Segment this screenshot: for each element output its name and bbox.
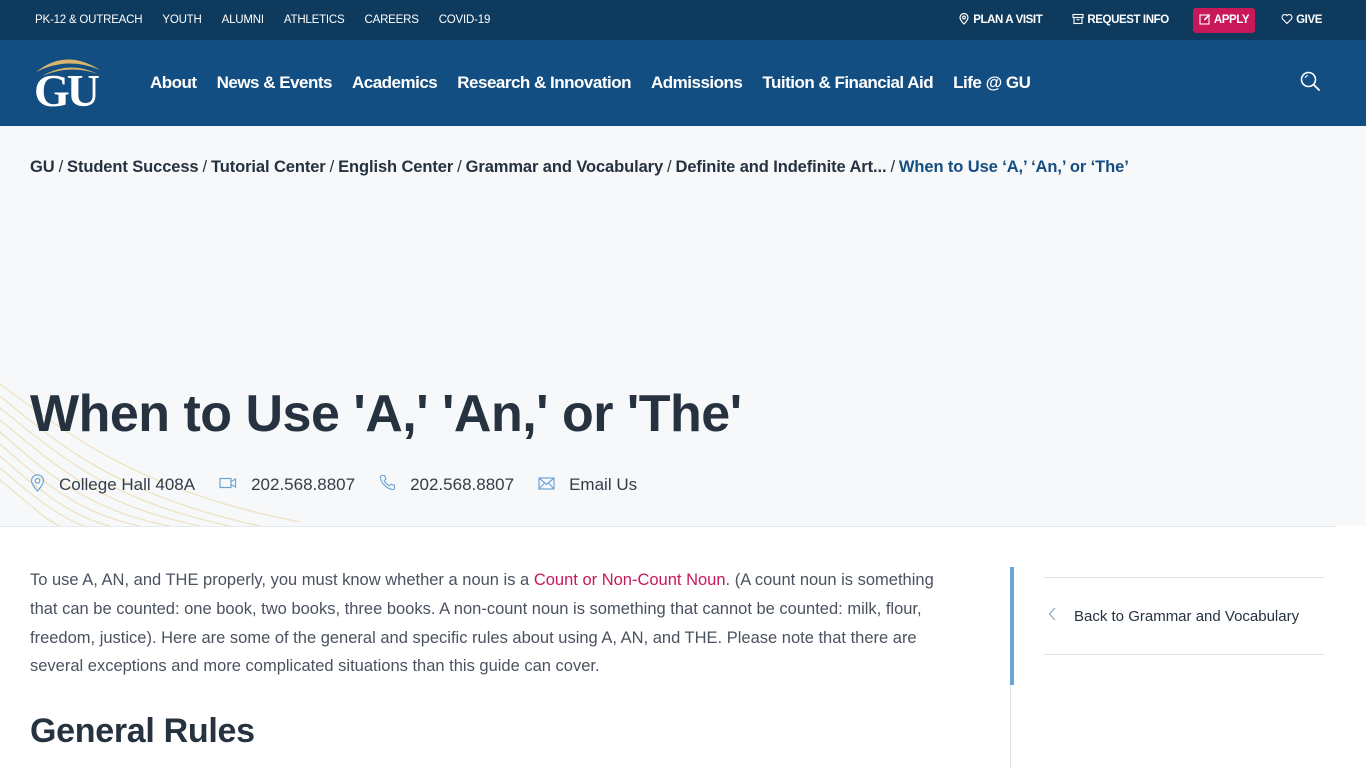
map-pin-icon [30,473,59,497]
hero-divider [0,526,1336,527]
heart-icon [1281,13,1293,28]
breadcrumb-link-english-center[interactable]: English Center [338,158,453,176]
plan-visit-link[interactable]: PLAN A VISIT [958,12,1043,28]
plan-visit-label: PLAN A VISIT [973,14,1043,26]
main-content: To use A, AN, and THE properly, you must… [30,566,940,681]
nav-item-about[interactable]: About [150,73,197,93]
intro-paragraph: To use A, AN, and THE properly, you must… [30,566,940,681]
contact-info: College Hall 408A 202.568.8807 202.568.8… [30,473,661,497]
section-heading-general-rules: General Rules [30,712,255,750]
intro-text-start: To use A, AN, and THE properly, you must… [30,571,534,589]
contact-phone-text: 202.568.8807 [410,475,515,494]
contact-video-phone[interactable]: 202.568.8807 [219,475,355,495]
search-icon [1299,70,1321,95]
phone-icon [379,474,410,496]
contact-email-text: Email Us [569,475,638,494]
map-pin-icon [958,12,970,28]
page-hero: GU / Student Success / Tutorial Center / Engli… [0,126,1366,526]
apply-label: APPLY [1213,14,1250,26]
breadcrumb-link-tutorial-center[interactable]: Tutorial Center [211,158,326,176]
request-info-label: REQUEST INFO [1087,14,1169,26]
utility-link-athletics[interactable]: ATHLETICS [284,14,345,26]
nav-item-news-events[interactable]: News & Events [217,73,333,93]
sidebar-accent-bar [1010,567,1014,685]
nav-item-tuition-financial-aid[interactable]: Tuition & Financial Aid [762,73,933,93]
utility-bar: PK-12 & OUTREACH YOUTH ALUMNI ATHLETICS … [0,0,1366,40]
logo-text: GU [34,65,100,116]
nav-item-academics[interactable]: Academics [352,73,438,93]
utility-link-pk12[interactable]: PK-12 & OUTREACH [35,14,143,26]
archive-box-icon [1072,13,1084,28]
breadcrumb-link-definite-indefinite-articles[interactable]: Definite and Indefinite Art... [676,158,887,176]
breadcrumb-separator: / [202,158,208,176]
contact-video-phone-text: 202.568.8807 [251,475,356,494]
breadcrumb-link-gu[interactable]: GU [30,158,55,176]
utility-links: PK-12 & OUTREACH YOUTH ALUMNI ATHLETICS … [35,0,490,40]
contact-phone[interactable]: 202.568.8807 [379,474,514,496]
primary-nav: About News & Events Academics Research &… [150,40,1031,126]
contact-email[interactable]: Email Us [538,475,637,495]
sidebar-nav: Back to Grammar and Vocabulary [1044,577,1324,655]
university-logo[interactable]: GU [32,54,102,114]
contact-location-text: College Hall 408A [59,475,196,494]
request-info-link[interactable]: REQUEST INFO [1072,13,1169,28]
back-to-grammar-link[interactable]: Back to Grammar and Vocabulary [1044,607,1299,625]
breadcrumb-separator: / [58,158,64,176]
breadcrumb-separator: / [457,158,462,176]
breadcrumb: GU / Student Success / Tutorial Center / Engli… [30,158,1129,177]
breadcrumb-separator: / [890,158,895,176]
breadcrumb-current: When to Use ‘A,’ ‘An,’ or ‘The’ [898,158,1129,176]
breadcrumb-link-grammar-vocabulary[interactable]: Grammar and Vocabulary [466,158,664,176]
utility-link-alumni[interactable]: ALUMNI [222,14,264,26]
video-camera-icon [219,475,251,495]
page-title: When to Use 'A,' 'An,' or 'The' [30,385,742,443]
count-noncount-noun-link[interactable]: Count or Non-Count Noun [534,571,726,589]
nav-item-life-at-gu[interactable]: Life @ GU [953,73,1031,93]
search-button[interactable] [1286,58,1334,106]
breadcrumb-link-student-success[interactable]: Student Success [67,158,199,176]
breadcrumb-separator: / [667,158,672,176]
edit-icon [1199,13,1211,28]
breadcrumb-separator: / [329,158,335,176]
contact-location: College Hall 408A [30,473,196,497]
nav-item-admissions[interactable]: Admissions [651,73,743,93]
give-label: GIVE [1296,14,1322,26]
nav-item-research-innovation[interactable]: Research & Innovation [457,73,631,93]
utility-link-careers[interactable]: CAREERS [365,14,419,26]
utility-link-covid[interactable]: COVID-19 [439,14,491,26]
give-link[interactable]: GIVE [1281,13,1322,28]
back-link-label: Back to Grammar and Vocabulary [1074,607,1300,625]
main-navigation: GU About News & Events Academics Researc… [0,40,1366,126]
utility-actions: PLAN A VISIT REQUEST INFO APPLY GIVE [958,0,1322,40]
apply-button[interactable]: APPLY [1192,7,1256,33]
envelope-icon [538,475,569,495]
chevron-left-icon [1044,607,1074,625]
utility-link-youth[interactable]: YOUTH [162,14,201,26]
